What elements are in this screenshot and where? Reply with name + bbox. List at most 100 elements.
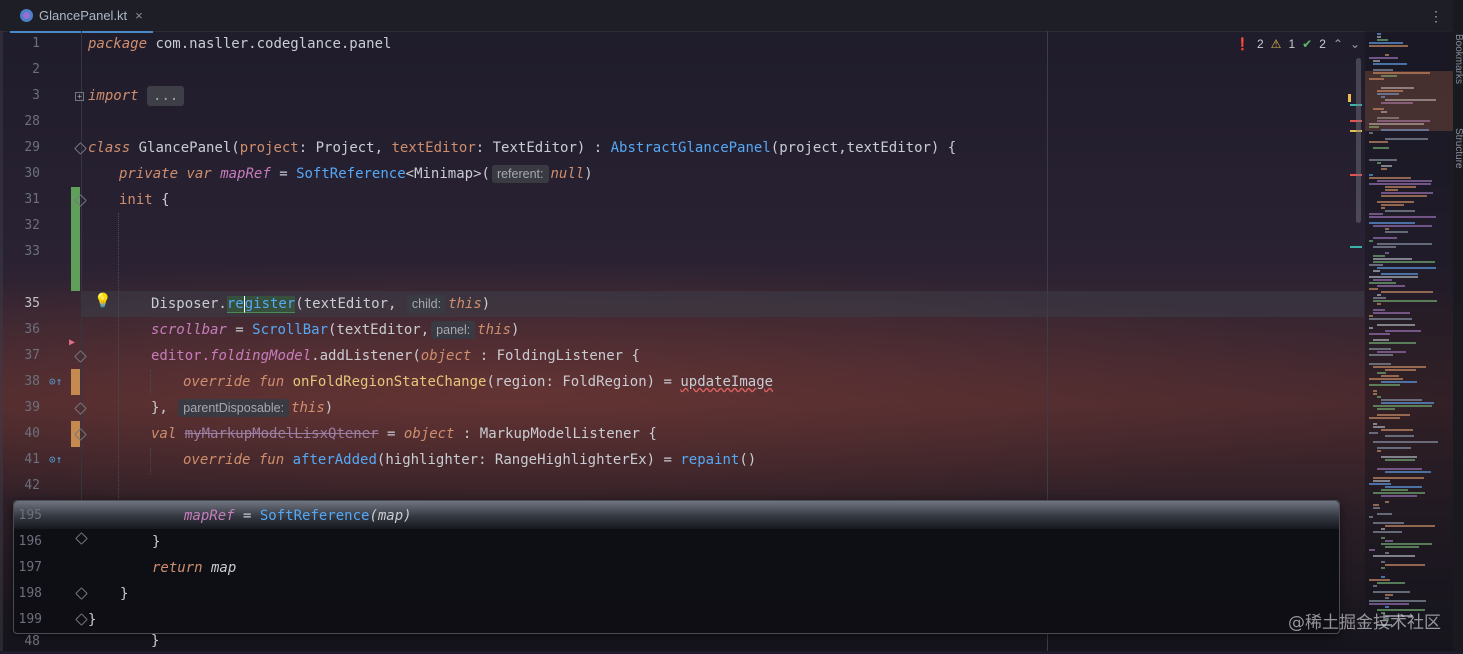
indent-guide <box>150 370 151 396</box>
minimap-line <box>1377 36 1381 38</box>
minimap-line <box>1385 252 1389 254</box>
fold-collapse-icon[interactable] <box>75 587 88 600</box>
minimap-line <box>1381 537 1385 539</box>
fold-collapse-icon[interactable] <box>75 613 88 626</box>
line-number: 196 <box>18 534 42 549</box>
code-line-1: package com.nasller.codeglance.panel <box>88 36 392 52</box>
kotlin-file-icon <box>20 9 33 22</box>
minimap-line <box>1369 174 1373 176</box>
minimap-line <box>1369 549 1375 551</box>
lightbulb-icon[interactable]: 💡 <box>94 293 111 309</box>
bookmarks-toolwindow-button[interactable]: Bookmarks <box>1453 34 1463 84</box>
fold-collapse-icon[interactable] <box>75 532 88 545</box>
fold-collapse-icon[interactable] <box>74 350 87 363</box>
code-minimap[interactable] <box>1365 31 1453 631</box>
minimap-line <box>1373 522 1404 524</box>
minimap-line <box>1377 408 1395 410</box>
minimap-line <box>1377 468 1422 470</box>
minimap-line <box>1369 282 1396 284</box>
code-line-38: override fun onFoldRegionStateChange(reg… <box>183 374 774 390</box>
fold-collapse-icon[interactable] <box>74 142 87 155</box>
tab-glancepanel[interactable]: GlancePanel.kt × <box>10 0 153 33</box>
minimap-line <box>1377 243 1432 245</box>
line-number: 2 <box>32 62 40 77</box>
minimap-line <box>1369 216 1436 218</box>
vertical-scrollbar-thumb[interactable] <box>1356 58 1361 223</box>
minimap-line <box>1385 231 1408 233</box>
warning-stripe[interactable] <box>1348 94 1351 102</box>
minimap-line <box>1377 294 1381 296</box>
line-number: 33 <box>24 244 40 259</box>
line-number: 36 <box>24 322 40 337</box>
error-icon: ❗ <box>1235 37 1250 51</box>
prev-problem-icon[interactable]: ⌃ <box>1333 37 1343 51</box>
editor-tab-bar: GlancePanel.kt × ⋮ <box>0 0 1463 33</box>
minimap-line <box>1369 516 1373 518</box>
minimap-line <box>1373 147 1389 149</box>
minimap-line <box>1373 507 1380 509</box>
minimap-viewport[interactable] <box>1365 71 1453 131</box>
minimap-line <box>1373 477 1424 479</box>
minimap-line <box>1369 363 1391 365</box>
line-number: 1 <box>32 36 40 51</box>
code-line-31: init { <box>119 192 170 208</box>
minimap-line <box>1369 45 1408 47</box>
minimap-line <box>1373 261 1435 263</box>
minimap-line <box>1385 525 1435 527</box>
close-icon[interactable]: × <box>135 8 143 23</box>
param-hint: referent: <box>491 165 549 183</box>
code-preview-popup[interactable]: 195 196 197 198 199 mapRef = SoftReferen… <box>13 500 1340 634</box>
minimap-line <box>1369 159 1397 161</box>
minimap-line <box>1385 210 1415 212</box>
minimap-line <box>1373 555 1415 557</box>
minimap-line <box>1369 603 1409 605</box>
next-problem-icon[interactable]: ⌄ <box>1350 37 1360 51</box>
minimap-line <box>1385 597 1389 599</box>
more-tabs-icon[interactable]: ⋮ <box>1429 8 1443 25</box>
minimap-line <box>1369 348 1391 350</box>
change-stripe[interactable] <box>1350 246 1362 248</box>
breakpoint-arrow-icon[interactable]: ▶ <box>69 337 75 348</box>
vcs-modified-marker[interactable] <box>71 369 80 395</box>
inspection-widget[interactable]: ❗ 2 ⚠ 1 ✔ 2 ⌃ ⌄ <box>1235 37 1360 51</box>
code-line-36: scrollbar = ScrollBar(textEditor, panel: t… <box>151 321 520 339</box>
minimap-line <box>1381 204 1404 206</box>
popup-line-197: return map <box>152 560 237 576</box>
minimap-line <box>1369 333 1390 335</box>
left-tool-strip <box>0 31 3 651</box>
popup-line-195: mapRef = SoftReference(map) <box>184 508 412 524</box>
minimap-line <box>1373 423 1377 425</box>
line-number: 39 <box>24 400 40 415</box>
minimap-line <box>1381 273 1418 275</box>
warning-count: 1 <box>1288 37 1296 51</box>
structure-toolwindow-button[interactable]: Structure <box>1453 128 1463 169</box>
code-line-29: class GlancePanel(project: Project, text… <box>88 140 957 156</box>
line-number: 38 <box>24 374 40 389</box>
minimap-line <box>1377 303 1381 305</box>
popup-line-198: } <box>120 586 129 602</box>
minimap-line <box>1381 207 1385 209</box>
minimap-line <box>1369 288 1378 290</box>
override-method-icon[interactable]: ⊙↑ <box>49 375 62 388</box>
folded-imports[interactable]: ... <box>147 86 185 106</box>
popup-line-196: } <box>152 534 161 550</box>
minimap-line <box>1381 291 1433 293</box>
minimap-line <box>1369 432 1378 434</box>
minimap-line <box>1385 369 1416 371</box>
indent-guide <box>150 448 151 474</box>
fold-expand-icon[interactable]: + <box>75 92 84 101</box>
minimap-line <box>1381 495 1417 497</box>
minimap-line <box>1369 183 1431 185</box>
watermark: @稀土掘金技术社区 <box>1288 613 1441 633</box>
minimap-line <box>1373 225 1432 227</box>
minimap-line <box>1385 228 1389 230</box>
minimap-line <box>1377 450 1381 452</box>
line-number: 29 <box>24 140 40 155</box>
typo-icon: ✔ <box>1302 37 1313 51</box>
fold-collapse-icon[interactable] <box>74 402 87 415</box>
code-line-48: } <box>151 633 160 649</box>
minimap-line <box>1381 528 1385 530</box>
minimap-line <box>1381 381 1417 383</box>
override-method-icon[interactable]: ⊙↑ <box>49 453 62 466</box>
minimap-line <box>1373 339 1389 341</box>
